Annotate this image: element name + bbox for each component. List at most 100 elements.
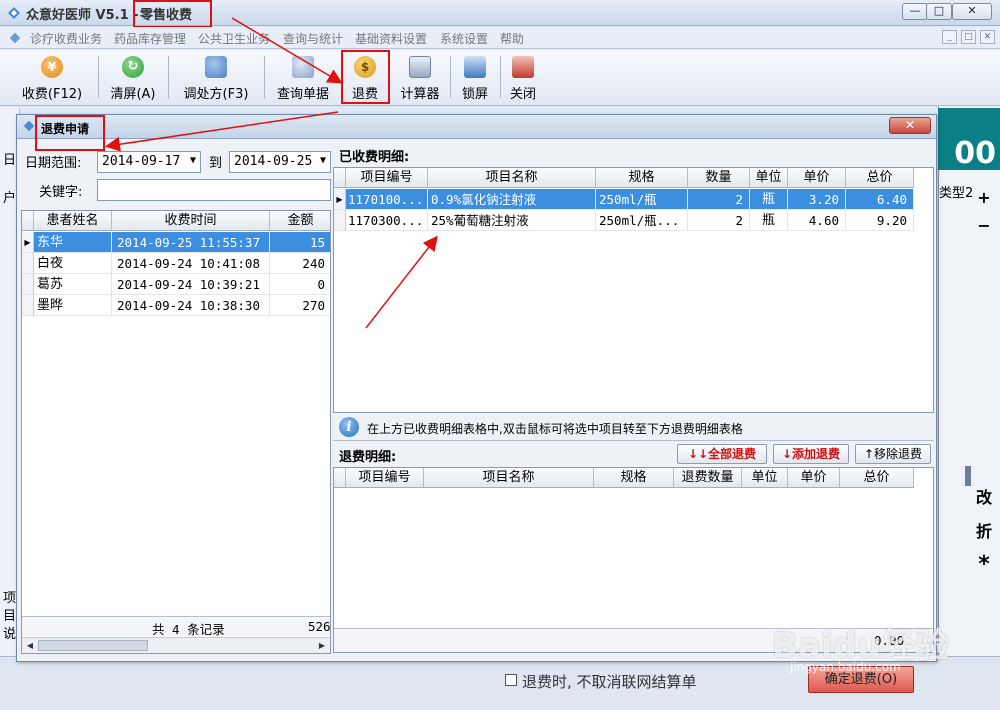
app-title: 众意好医师 V5.1 -	[26, 8, 139, 23]
col-patient-name[interactable]: 患者姓名	[34, 211, 112, 231]
watermark-subtext: jingyan.baidu.com	[790, 660, 901, 674]
remove-refund-button[interactable]: ↑移除退费	[855, 444, 931, 464]
table-row-amount[interactable]: 0	[270, 274, 330, 295]
col-unit[interactable]: 单位	[742, 468, 788, 488]
table-row-total[interactable]: 9.20	[846, 210, 914, 231]
col-spec[interactable]: 规格	[594, 468, 674, 488]
mdi-close-button[interactable]: ✕	[980, 30, 995, 44]
menu-drug-inventory[interactable]: 药品库存管理	[114, 30, 186, 47]
keep-network-settlement-checkbox[interactable]	[505, 674, 517, 686]
table-row-spec[interactable]: 250ml/瓶...	[596, 210, 688, 231]
table-row-price[interactable]: 3.20	[788, 189, 846, 210]
lock-screen-button[interactable]: 锁屏	[454, 52, 496, 102]
menu-base-settings[interactable]: 基础资料设置	[355, 30, 427, 47]
scroll-left-icon[interactable]: ◀	[24, 640, 36, 652]
multiply-button[interactable]: *	[969, 552, 999, 577]
date-from-picker[interactable]: 2014-09-17 ▼	[97, 151, 201, 173]
col-item-name[interactable]: 项目名称	[424, 468, 594, 488]
calculator-button[interactable]: 计算器	[394, 52, 446, 102]
table-row-unit[interactable]: 瓶	[750, 210, 788, 231]
query-document-button[interactable]: 查询单据	[268, 52, 338, 102]
col-total[interactable]: 总价	[840, 468, 914, 488]
clear-screen-button[interactable]: ↻ 清屏(A)	[100, 52, 166, 102]
table-row-price[interactable]: 4.60	[788, 210, 846, 231]
minimize-button[interactable]: —	[902, 3, 928, 20]
scroll-thumb[interactable]	[38, 640, 148, 651]
dialog-app-icon	[23, 120, 35, 132]
col-unit[interactable]: 单位	[750, 168, 788, 188]
table-row-item-name[interactable]: 25%葡萄糖注射液	[428, 210, 596, 231]
refund-details-title: 退费明细:	[339, 450, 397, 465]
lock-screen-label: 锁屏	[461, 87, 488, 102]
double-arrow-down-icon: ↓↓	[687, 447, 709, 461]
table-row-item-name[interactable]: 0.9%氯化钠注射液	[428, 189, 596, 210]
charged-details-grid: 项目编号 项目名称 规格 数量 单位 单价 总价 ▶ 1170100... 0.…	[333, 167, 934, 413]
col-item-code[interactable]: 项目编号	[346, 468, 424, 488]
table-row-name[interactable]: 东华	[34, 232, 112, 253]
load-prescription-label: 调处方(F3)	[183, 87, 249, 102]
mdi-minimize-button[interactable]: _	[942, 30, 957, 44]
table-row-unit[interactable]: 瓶	[750, 189, 788, 210]
scroll-thumb[interactable]	[965, 466, 971, 486]
date-to-picker[interactable]: 2014-09-25 ▼	[229, 151, 331, 173]
app-titlebar: 众意好医师 V5.1 - 零售收费 — □ ✕	[0, 0, 1000, 28]
charge-button[interactable]: ¥ 收费(F12)	[12, 52, 92, 102]
toolbar-separator	[450, 56, 451, 98]
col-refund-qty[interactable]: 退费数量	[674, 468, 742, 488]
table-row-qty[interactable]: 2	[688, 210, 750, 231]
col-price[interactable]: 单价	[788, 168, 846, 188]
table-row-name[interactable]: 葛苏	[34, 274, 112, 295]
table-row-time[interactable]: 2014-09-24 10:38:30	[112, 295, 270, 316]
mdi-restore-button[interactable]: □	[961, 30, 976, 44]
menu-query-stats[interactable]: 查询与统计	[283, 30, 343, 47]
table-row-amount[interactable]: 270	[270, 295, 330, 316]
lock-screen-icon	[464, 56, 486, 78]
table-row-amount[interactable]: 240	[270, 253, 330, 274]
keyword-input[interactable]	[97, 179, 331, 201]
scroll-right-icon[interactable]: ▶	[316, 640, 328, 652]
col-total[interactable]: 总价	[846, 168, 914, 188]
horizontal-scrollbar[interactable]: ◀ ▶	[22, 637, 330, 653]
table-row-qty[interactable]: 2	[688, 189, 750, 210]
col-item-code[interactable]: 项目编号	[346, 168, 428, 188]
date-range-label: 日期范围:	[25, 156, 82, 171]
add-button[interactable]: +	[969, 188, 999, 207]
table-row-code[interactable]: 1170300...	[346, 210, 428, 231]
modify-button[interactable]: 改	[969, 484, 999, 508]
table-row-time[interactable]: 2014-09-24 10:39:21	[112, 274, 270, 295]
add-refund-button[interactable]: ↓添加退费	[773, 444, 849, 464]
col-price[interactable]: 单价	[788, 468, 840, 488]
col-item-name[interactable]: 项目名称	[428, 168, 596, 188]
subtract-button[interactable]: −	[969, 216, 999, 235]
menu-public-health[interactable]: 公共卫生业务	[198, 30, 270, 47]
table-row-amount[interactable]: 15	[270, 232, 330, 253]
table-row-code[interactable]: 1170100...	[346, 189, 428, 210]
table-row-total[interactable]: 6.40	[846, 189, 914, 210]
col-spec[interactable]: 规格	[596, 168, 688, 188]
discount-button[interactable]: 折	[969, 518, 999, 542]
table-row-name[interactable]: 白夜	[34, 253, 112, 274]
table-row-name[interactable]: 墨晔	[34, 295, 112, 316]
table-row-spec[interactable]: 250ml/瓶	[596, 189, 688, 210]
table-row-time[interactable]: 2014-09-24 10:41:08	[112, 253, 270, 274]
close-button[interactable]: 关闭	[503, 52, 543, 102]
menu-clinic-billing[interactable]: 诊疗收费业务	[30, 30, 102, 47]
load-prescription-button[interactable]: 调处方(F3)	[172, 52, 260, 102]
col-qty[interactable]: 数量	[688, 168, 750, 188]
col-charge-time[interactable]: 收费时间	[112, 211, 270, 231]
menu-system-settings[interactable]: 系统设置	[440, 30, 488, 47]
dialog-close-button[interactable]: ✕	[889, 117, 931, 134]
table-row-time[interactable]: 2014-09-25 11:55:37	[112, 232, 270, 253]
divider	[333, 440, 934, 441]
total-amount: 526	[308, 619, 331, 634]
menu-help[interactable]: 帮助	[500, 30, 524, 47]
date-from-value: 2014-09-17	[102, 154, 181, 169]
window-close-button[interactable]: ✕	[952, 3, 992, 20]
maximize-button[interactable]: □	[926, 3, 952, 20]
left-fragment: 目	[3, 609, 17, 624]
date-to-value: 2014-09-25	[234, 154, 313, 169]
row-indicator	[334, 210, 346, 231]
refund-all-button[interactable]: ↓↓全部退费	[677, 444, 767, 464]
col-amount[interactable]: 金额	[270, 211, 330, 231]
toolbar-separator	[500, 56, 501, 98]
